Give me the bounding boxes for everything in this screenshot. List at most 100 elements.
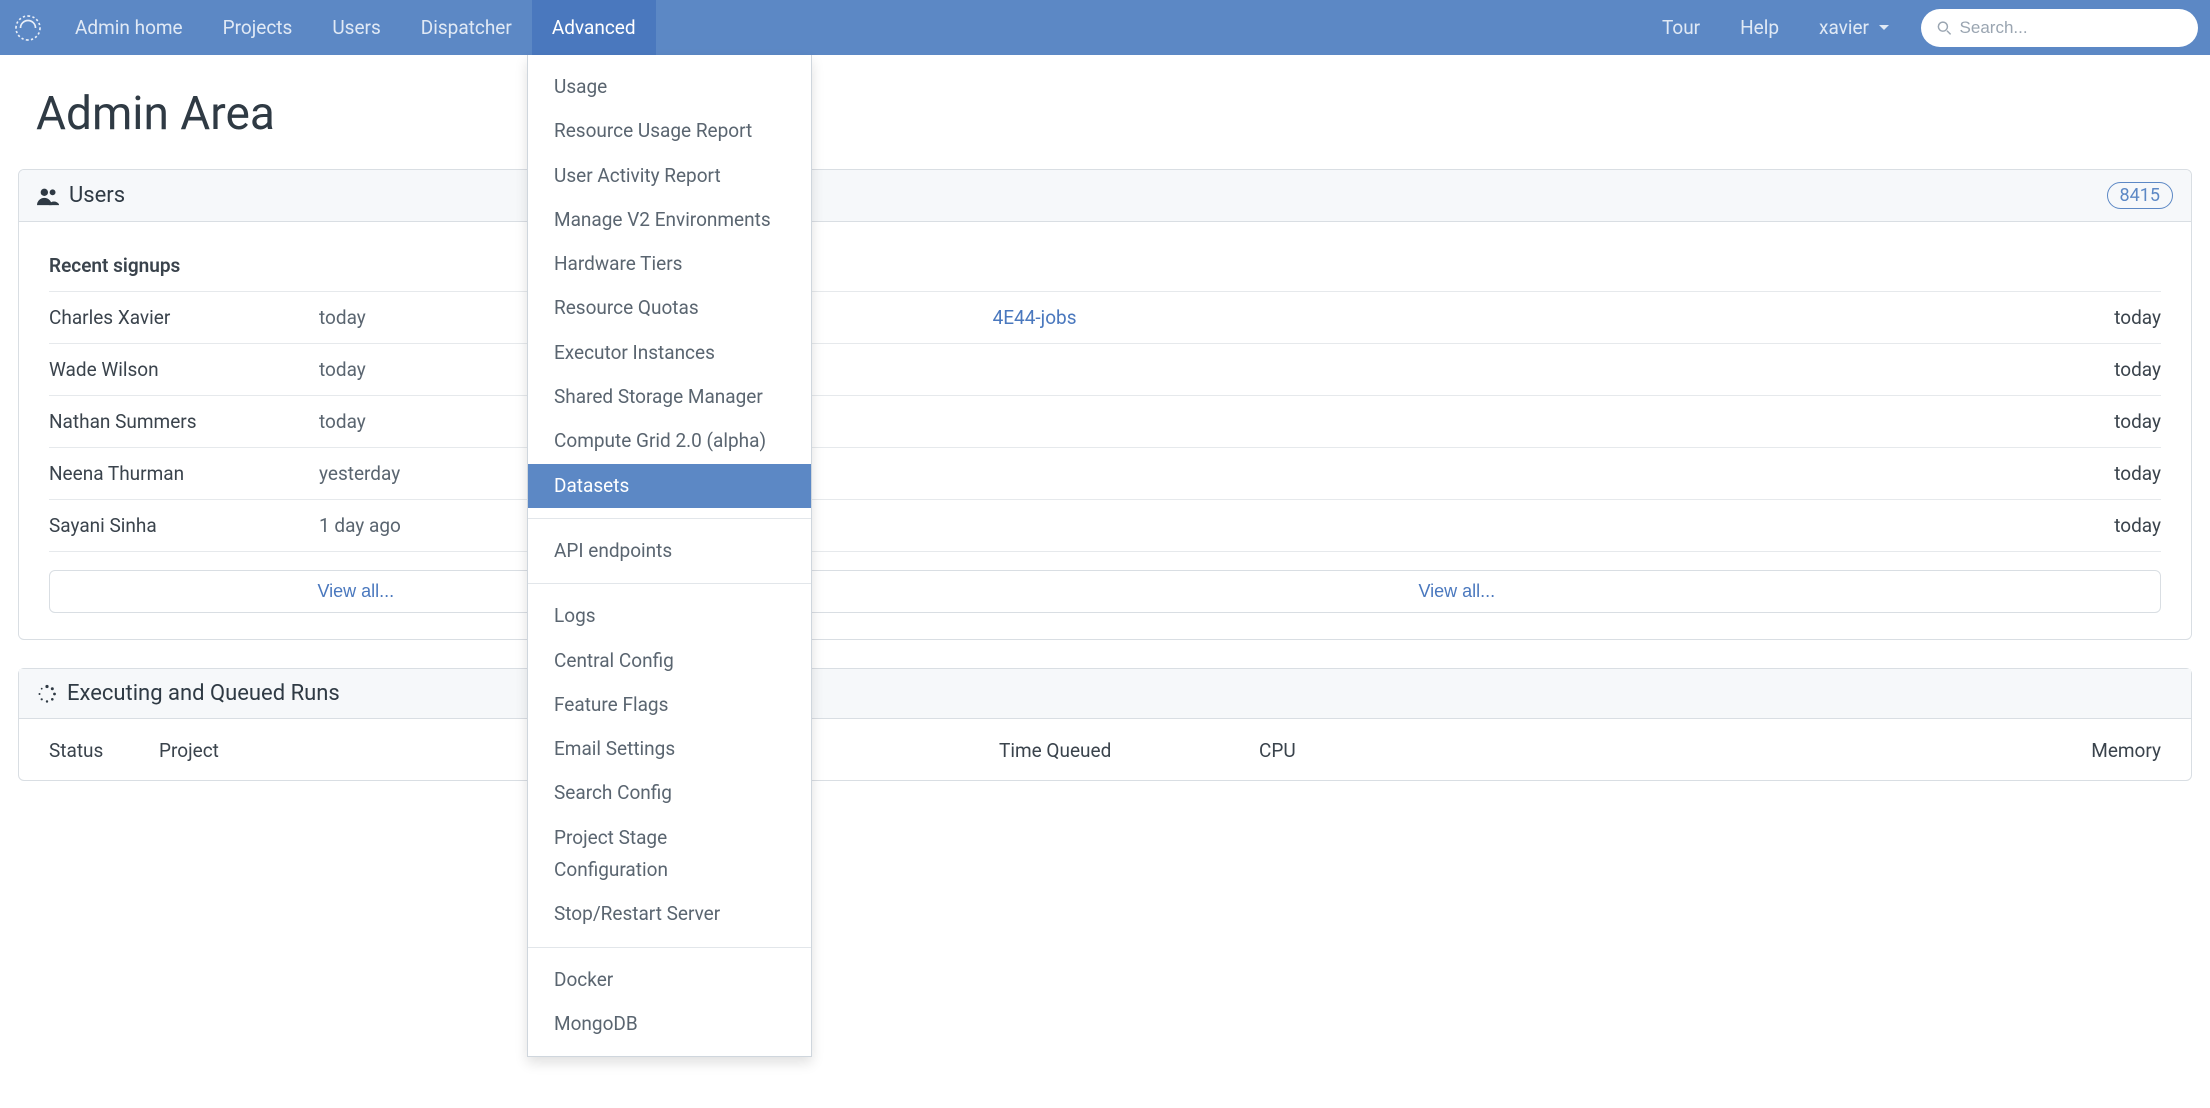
dropdown-item-label: Project Stage Configuration — [554, 826, 668, 881]
dropdown-item-label: Email Settings — [554, 737, 675, 760]
project-link[interactable]: 4E44-jobs — [993, 306, 1077, 329]
col-memory: Memory — [1459, 739, 2161, 762]
dropdown-item-label: Manage V2 Environments — [554, 208, 771, 231]
dropdown-item-label: MongoDB — [554, 1012, 638, 1035]
users-icon — [37, 186, 59, 206]
dropdown-item-search-config[interactable]: Search Config — [528, 771, 811, 815]
nav-help[interactable]: Help — [1720, 0, 1799, 55]
dropdown-item-project-stage-configuration[interactable]: Project Stage Configuration — [528, 816, 811, 893]
col-cpu: CPU — [1259, 739, 1459, 762]
col-time-queued: Time Queued — [999, 739, 1259, 762]
nav-advanced[interactable]: Advanced — [532, 0, 656, 55]
dropdown-divider — [528, 518, 811, 519]
nav-projects[interactable]: Projects — [203, 0, 313, 55]
user-signup-time: today — [319, 358, 366, 381]
dropdown-item-api-endpoints[interactable]: API endpoints — [528, 529, 811, 573]
user-name: Charles Xavier — [49, 306, 319, 329]
project-row: today — [753, 344, 2161, 396]
search-box[interactable] — [1921, 9, 2198, 47]
dropdown-item-central-config[interactable]: Central Config — [528, 639, 811, 683]
project-time: today — [2114, 358, 2161, 381]
project-time: today — [2114, 462, 2161, 485]
view-all-label: View all... — [1418, 581, 1495, 601]
projects-panel-header: 8415 — [723, 170, 2191, 222]
main-content: Admin Area Users 1621 Recent signups Cha… — [0, 55, 2210, 799]
advanced-dropdown-menu: Usage Resource Usage Report User Activit… — [527, 55, 812, 1057]
projects-panel-body: 4E44-jobs today today today today — [723, 222, 2191, 639]
nav-item-label: Admin home — [75, 16, 183, 39]
dropdown-item-label: Logs — [554, 604, 596, 627]
dropdown-item-usage[interactable]: Usage — [528, 65, 811, 109]
dropdown-item-label: Central Config — [554, 649, 674, 672]
projects-view-all-button[interactable]: View all... — [753, 570, 2161, 613]
user-signup-time: 1 day ago — [319, 514, 401, 537]
runs-table-header: Status Project Started Time Queued CPU M… — [19, 719, 2191, 780]
executing-runs-header: Executing and Queued Runs — [19, 669, 2191, 719]
dropdown-item-label: Compute Grid 2.0 (alpha) — [554, 429, 766, 452]
dropdown-item-shared-storage-manager[interactable]: Shared Storage Manager — [528, 375, 811, 419]
dropdown-item-label: Stop/Restart Server — [554, 902, 720, 925]
users-panel-title: Users — [69, 183, 125, 208]
project-time: today — [2114, 514, 2161, 537]
project-row: today — [753, 448, 2161, 500]
view-all-label: View all... — [317, 581, 394, 601]
dropdown-item-email-settings[interactable]: Email Settings — [528, 727, 811, 771]
nav-left-group: Admin home Projects Users Dispatcher Adv… — [55, 0, 656, 55]
top-navbar: Admin home Projects Users Dispatcher Adv… — [0, 0, 2210, 55]
logo-swirl-icon — [13, 13, 43, 43]
search-icon — [1937, 20, 1952, 36]
dropdown-item-user-activity-report[interactable]: User Activity Report — [528, 154, 811, 198]
dropdown-item-mongodb[interactable]: MongoDB — [528, 1002, 811, 1046]
user-signup-time: today — [319, 410, 366, 433]
dropdown-item-label: Search Config — [554, 781, 672, 804]
user-name: Wade Wilson — [49, 358, 319, 381]
nav-item-label: Projects — [223, 16, 293, 39]
dropdown-item-stop-restart-server[interactable]: Stop/Restart Server — [528, 892, 811, 936]
user-signup-time: today — [319, 306, 366, 329]
nav-item-label: Advanced — [552, 16, 636, 39]
panels-row: Users 1621 Recent signups Charles Xavier… — [18, 169, 2192, 640]
nav-item-label: Users — [332, 16, 380, 39]
nav-right-group: Tour Help xavier — [1642, 0, 2210, 55]
project-row: today — [753, 500, 2161, 552]
dropdown-item-label: Executor Instances — [554, 341, 715, 364]
nav-item-label: Tour — [1662, 16, 1700, 39]
dropdown-item-manage-v2-environments[interactable]: Manage V2 Environments — [528, 198, 811, 242]
nav-users[interactable]: Users — [312, 0, 400, 55]
nav-admin-home[interactable]: Admin home — [55, 0, 203, 55]
col-status: Status — [49, 739, 159, 762]
nav-tour[interactable]: Tour — [1642, 0, 1720, 55]
user-name: Neena Thurman — [49, 462, 319, 485]
dropdown-item-label: Hardware Tiers — [554, 252, 682, 275]
dropdown-item-resource-quotas[interactable]: Resource Quotas — [528, 286, 811, 330]
nav-item-label: Help — [1740, 16, 1779, 39]
spinner-icon — [37, 684, 57, 704]
dropdown-item-executor-instances[interactable]: Executor Instances — [528, 331, 811, 375]
executing-runs-panel: Executing and Queued Runs Status Project… — [18, 668, 2192, 781]
dropdown-item-label: Feature Flags — [554, 693, 668, 716]
nav-user-menu[interactable]: xavier — [1799, 0, 1909, 55]
search-input[interactable] — [1960, 18, 2182, 38]
dropdown-item-feature-flags[interactable]: Feature Flags — [528, 683, 811, 727]
dropdown-item-resource-usage-report[interactable]: Resource Usage Report — [528, 109, 811, 153]
dropdown-divider — [528, 583, 811, 584]
dropdown-item-datasets[interactable]: Datasets — [528, 464, 811, 508]
nav-dispatcher[interactable]: Dispatcher — [401, 0, 532, 55]
dropdown-item-label: Shared Storage Manager — [554, 385, 763, 408]
project-time: today — [2114, 410, 2161, 433]
dropdown-item-compute-grid-2[interactable]: Compute Grid 2.0 (alpha) — [528, 419, 811, 463]
projects-section-label — [753, 242, 2161, 292]
executing-runs-title: Executing and Queued Runs — [67, 681, 340, 706]
nav-user-name: xavier — [1819, 16, 1869, 39]
brand-logo[interactable] — [0, 0, 55, 55]
dropdown-item-label: Resource Quotas — [554, 296, 699, 319]
dropdown-item-logs[interactable]: Logs — [528, 594, 811, 638]
dropdown-item-label: Docker — [554, 968, 613, 991]
dropdown-item-hardware-tiers[interactable]: Hardware Tiers — [528, 242, 811, 286]
dropdown-item-docker[interactable]: Docker — [528, 958, 811, 1002]
user-name: Nathan Summers — [49, 410, 319, 433]
project-time: today — [2114, 306, 2161, 329]
nav-item-label: Dispatcher — [421, 16, 512, 39]
chevron-down-icon — [1879, 25, 1889, 30]
project-row: 4E44-jobs today — [753, 292, 2161, 344]
